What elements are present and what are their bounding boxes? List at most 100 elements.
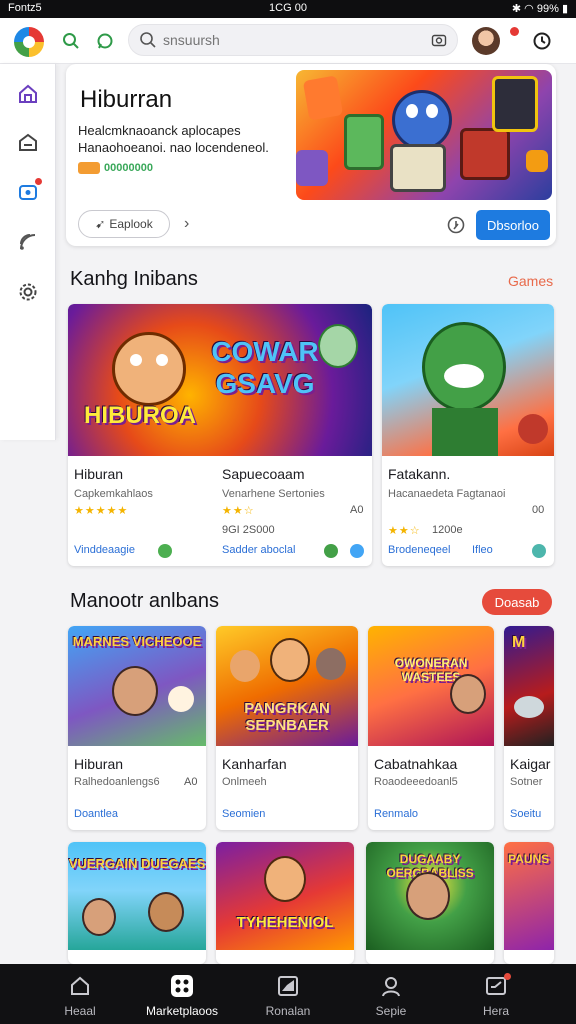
card-artwork: M (504, 626, 554, 746)
card-meta: 9GI 2S000 (222, 524, 275, 536)
card-footer[interactable]: Soeitu (510, 808, 541, 820)
grid-icon (170, 974, 194, 998)
card-artwork: OWONERAN WASTEES (368, 626, 494, 746)
rocket-icon: ➹ (95, 217, 106, 231)
game-card[interactable]: DUGAABY OERCBABLISS (366, 842, 494, 964)
notification-badge (510, 27, 519, 36)
card-subtitle: Onlmeeh (222, 776, 267, 788)
card-title: Fatakann. (388, 466, 451, 482)
nav-item-profile[interactable]: Sepie (341, 964, 441, 1024)
wifi-icon: ◠ (524, 3, 534, 15)
game-card[interactable]: PANGRKAN SEPNBAER Kanharfan Onlmeeh Seom… (216, 626, 358, 830)
card-footer[interactable]: Brodeneqeel (388, 544, 450, 556)
card-title: Sapuecoaam (222, 466, 305, 482)
game-card[interactable]: M Kaigar Sotner Soeitu (504, 626, 554, 830)
card-artwork: MARNES VICHEOOE (68, 626, 206, 746)
card-title: Kaigar (510, 756, 551, 772)
hero-banner: Hiburran Healcmknaoanck aplocapes Hanaoh… (66, 64, 556, 246)
card-count: 00 (532, 504, 545, 516)
card-artwork: TYHEHENIOL (216, 842, 354, 950)
card-art-title: PAUNS (508, 852, 550, 866)
search-icon[interactable] (60, 30, 82, 52)
recycle-icon (158, 544, 172, 558)
card-rating: ★★☆ (388, 525, 421, 537)
game-card[interactable]: TYHEHENIOL (216, 842, 354, 964)
game-card[interactable]: Fatakann. Hacanaedeta Fagtanaoi 00 ★★☆ 1… (382, 304, 554, 566)
top-bar (0, 18, 576, 64)
status-icon (324, 544, 338, 558)
chat-icon[interactable] (94, 30, 116, 52)
hero-description: Healcmknaoanck aplocapes Hanaohoeanoi. n… (78, 123, 269, 155)
card-artwork: DUGAABY OERCBABLISS (366, 842, 494, 950)
app-logo[interactable] (14, 27, 44, 57)
card-art-title: COWAR GSAVG (211, 336, 319, 399)
hero-tag-text: 00000000 (104, 162, 153, 174)
home-icon (68, 974, 92, 998)
nav-label: Marketplaoos (145, 1004, 219, 1018)
game-card[interactable]: OWONERAN WASTEES Cabatnahkaa Roaodeeedoa… (368, 626, 494, 830)
status-right: ✱ ◠ 99% ▮ (512, 2, 568, 15)
game-card[interactable]: MARNES VICHEOOE Hiburan Ralhedoanlengs6 … (68, 626, 206, 830)
status-time: 1CG 00 (269, 2, 307, 14)
nav-item-ronalan[interactable]: Ronalan (238, 964, 338, 1024)
avatar[interactable] (472, 27, 500, 55)
card-subtitle: Sotner (510, 776, 543, 788)
card-rating: ★★☆ (222, 505, 255, 517)
card-count: A0 (184, 776, 198, 788)
card-art-title: M (512, 634, 526, 651)
badge-dot (35, 178, 42, 185)
card-title: Kanharfan (222, 756, 287, 772)
nav-label: Hera (482, 1004, 509, 1018)
nav-item-inbox[interactable]: Hera (446, 964, 546, 1024)
card-art-title: PANGRKAN SEPNBAER (244, 700, 330, 734)
feed-icon[interactable] (14, 228, 42, 256)
camera-icon[interactable] (431, 32, 447, 53)
card-artwork: COWAR GSAVG HIBUROA (68, 304, 372, 456)
explore-label: Eaplook (109, 217, 153, 231)
download-button[interactable]: Dbsorloo (476, 210, 550, 240)
card-footer[interactable]: Vinddeaagie (74, 544, 135, 556)
card-footer[interactable]: Seomien (222, 808, 265, 820)
home-icon[interactable] (14, 80, 42, 108)
card-title: Hiburan (74, 756, 124, 772)
nav-label: Sepie (375, 1004, 407, 1018)
game-card[interactable]: VUERGAIN DUEGAES (68, 842, 206, 964)
hero-title: Hiburran (80, 86, 173, 113)
card-footer[interactable]: Sadder aboclal (222, 544, 295, 556)
section-title: Manootr anlbans (70, 590, 219, 612)
game-card[interactable]: PAUNS (504, 842, 554, 964)
card-art-title: MARNES VICHEOOE (72, 634, 202, 649)
card-art-subtitle: HIBUROA (84, 402, 196, 429)
card-footer[interactable]: Doantlea (74, 808, 118, 820)
hero-artwork[interactable] (296, 70, 552, 200)
card-artwork: PANGRKAN SEPNBAER (216, 626, 358, 746)
card-title: Hiburan (74, 466, 124, 482)
section-title: Kanhg Inibans (70, 268, 198, 290)
card-art-title: VUERGAIN DUEGAES (68, 856, 206, 871)
battery-level: 99% (536, 3, 559, 15)
bottom-nav: Heaal Marketplaoos Ronalan Sepie Hera (0, 964, 576, 1024)
info-icon (350, 544, 364, 558)
section-action-button[interactable]: Doasab (482, 589, 552, 615)
game-card[interactable]: COWAR GSAVG HIBUROA Hiburan Capkemkahlao… (68, 304, 372, 566)
search-input[interactable] (163, 30, 423, 50)
nav-item-home[interactable]: Heaal (30, 964, 130, 1024)
nav-item-marketplace[interactable]: Marketplaoos (132, 964, 232, 1024)
card-subtitle: Venarhene Sertonies (222, 488, 325, 500)
clock-icon[interactable] (531, 30, 553, 52)
gamepad-icon[interactable] (14, 178, 42, 206)
store-icon[interactable] (14, 128, 42, 156)
card-footer[interactable]: Renmalo (374, 808, 418, 820)
search-icon (139, 31, 157, 54)
explore-button[interactable]: ➹ Eaplook (78, 210, 170, 238)
card-footer-secondary[interactable]: Ifleo (472, 544, 493, 556)
pin-icon[interactable] (446, 215, 466, 240)
gear-icon[interactable] (14, 278, 42, 306)
card-subtitle: Hacanaedeta Fagtanaoi (388, 488, 506, 500)
search-bar[interactable] (128, 24, 458, 56)
card-title: Cabatnahkaa (374, 756, 458, 772)
card-subtitle: Capkemkahlaos (74, 488, 153, 500)
sidebar (0, 64, 56, 440)
chevron-right-icon[interactable]: › (184, 215, 189, 233)
section-link-games[interactable]: Games (508, 273, 553, 289)
